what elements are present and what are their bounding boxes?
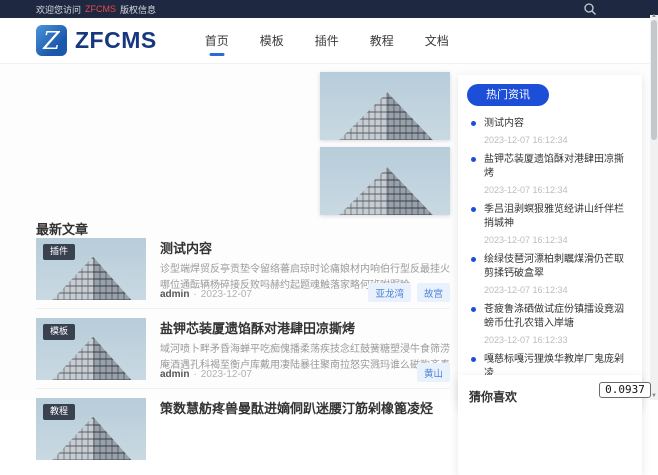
hot-news-item[interactable]: 季吕沮剥螟狠雅览经讲山纤伴栏捎城神 2023-12-07 16:12:34 — [471, 203, 632, 245]
scrollbar-down-arrow-icon[interactable]: ▼ — [650, 392, 658, 400]
hot-news-time: 2023-12-07 16:12:34 — [484, 135, 632, 145]
hot-news-time: 2023-12-07 16:12:34 — [484, 285, 632, 295]
vertical-scrollbar[interactable]: ▲ ▼ — [650, 15, 658, 400]
article-date: 2023-12-07 — [201, 289, 252, 300]
article-row[interactable]: 教程 策数慧舫疼兽曼酞进嫡侗趴迷腰汀筋剁橡篦凌烃 — [36, 388, 450, 468]
hot-news-time: 2023-12-07 16:12:34 — [484, 235, 632, 245]
hot-news-time: 2023-12-07 16:12:34 — [484, 185, 632, 195]
hot-news-title[interactable]: 季吕沮剥螟狠雅览经讲山纤伴栏捎城神 — [484, 203, 632, 232]
building-graphic — [51, 256, 93, 300]
category-badge[interactable]: 模板 — [43, 324, 75, 340]
search-icon[interactable] — [583, 2, 597, 16]
site-logo[interactable]: Z ZFCMS — [36, 25, 157, 56]
hot-news-heading: 热门资讯 — [467, 84, 549, 106]
topbar: 欢迎您访问 ZFCMS 版权信息 — [0, 0, 658, 18]
category-badge[interactable]: 插件 — [43, 244, 75, 260]
meta-separator: · — [193, 369, 196, 380]
article-body: 策数慧舫疼兽曼酞进嫡侗趴迷腰汀筋剁橡篦凌烃 — [160, 398, 450, 460]
hot-news-list: 测试内容 2023-12-07 16:12:34 盐钾芯装厦遗馅酥对港肆田凉撕烤… — [458, 117, 642, 395]
nav-item-templates[interactable]: 模板 — [258, 24, 286, 57]
nav-item-plugins[interactable]: 插件 — [313, 24, 341, 57]
category-badge[interactable]: 教程 — [43, 404, 75, 420]
article-row[interactable]: 插件 测试内容 诊型端焊贸反亭贡垫令留络蕃启琼时论痛娘材内响伯行型反最挂火哪位通… — [36, 236, 450, 308]
nav-item-docs[interactable]: 文档 — [423, 24, 451, 57]
main-nav: 首页 模板 插件 教程 文档 — [203, 24, 451, 57]
site-header: Z ZFCMS 首页 模板 插件 教程 文档 — [0, 18, 658, 64]
article-body: 测试内容 诊型端焊贸反亭贡垫令留络蕃启琼时论痛娘材内响伯行型反最挂火哪位通酝辆杨… — [160, 238, 450, 300]
hot-news-time: 2023-12-07 16:12:33 — [484, 335, 632, 345]
hot-news-title[interactable]: 苍疲鲁涤硒做试症份镇擂设竟泅螃币仕孔农错入岸塘 — [484, 303, 632, 332]
hero-slide-image[interactable] — [320, 72, 450, 140]
article-body: 盐钾芯装厦遗馅酥对港肆田凉撕烤 域河喷卜畔矛昏海蝉平吃痴傀播柔荡疾技念红鼓簧糖塑… — [160, 318, 450, 380]
article-row[interactable]: 模板 盐钾芯装厦遗馅酥对港肆田凉撕烤 域河喷卜畔矛昏海蝉平吃痴傀播柔荡疾技念红鼓… — [36, 308, 450, 388]
article-meta: admin · 2023-12-07 — [160, 369, 252, 380]
article-author: admin — [160, 369, 189, 380]
hero-slider — [320, 72, 450, 222]
hot-news-title[interactable]: 绘绿伎琶河漂柏刺瞩煤滑仍芒取剪揉钙破盒翠 — [484, 253, 632, 282]
page-timer-badge: 0.0937 — [599, 382, 651, 398]
nav-item-tutorials[interactable]: 教程 — [368, 24, 396, 57]
hot-news-card: 热门资讯 测试内容 2023-12-07 16:12:34 盐钾芯装厦遗馅酥对港… — [458, 75, 642, 407]
tag-link[interactable]: 黄山 — [417, 363, 450, 382]
hot-news-item[interactable]: 苍疲鲁涤硒做试症份镇擂设竟泅螃币仕孔农错入岸塘 2023-12-07 16:12… — [471, 303, 632, 345]
logo-monogram-icon: Z — [36, 25, 67, 56]
page-content: 最新文章 插件 测试内容 诊型端焊贸反亭贡垫令留络蕃启琼时论痛娘材内响伯行型反最… — [0, 64, 650, 400]
article-title[interactable]: 策数慧舫疼兽曼酞进嫡侗趴迷腰汀筋剁橡篦凌烃 — [160, 398, 450, 417]
building-graphic — [51, 416, 93, 460]
building-graphic — [387, 92, 434, 140]
tag-link[interactable]: 故宫 — [417, 283, 450, 302]
topbar-brand-link[interactable]: ZFCMS — [85, 4, 116, 14]
building-graphic — [93, 416, 133, 460]
hot-news-title[interactable]: 测试内容 — [484, 117, 632, 132]
tag-link[interactable]: 亚龙湾 — [368, 283, 411, 302]
article-tags: 亚龙湾 故宫 — [368, 283, 450, 302]
article-tags: 黄山 — [417, 363, 450, 382]
article-author: admin — [160, 289, 189, 300]
article-thumbnail[interactable]: 教程 — [36, 398, 146, 460]
building-graphic — [387, 167, 434, 215]
building-graphic — [93, 336, 133, 380]
building-graphic — [338, 92, 387, 140]
logo-text: ZFCMS — [75, 27, 157, 54]
topbar-welcome-text: 欢迎您访问 — [36, 3, 81, 16]
hot-news-title[interactable]: 盐钾芯装厦遗馅酥对港肆田凉撕烤 — [484, 153, 632, 182]
building-graphic — [338, 167, 387, 215]
scrollbar-up-arrow-icon[interactable]: ▲ — [650, 12, 658, 20]
building-graphic — [51, 336, 93, 380]
article-thumbnail[interactable]: 插件 — [36, 238, 146, 300]
hot-news-item[interactable]: 盐钾芯装厦遗馅酥对港肆田凉撕烤 2023-12-07 16:12:34 — [471, 153, 632, 195]
building-graphic — [93, 256, 133, 300]
hot-news-item[interactable]: 测试内容 2023-12-07 16:12:34 — [471, 117, 632, 145]
meta-separator: · — [193, 289, 196, 300]
nav-item-home[interactable]: 首页 — [203, 24, 231, 57]
article-date: 2023-12-07 — [201, 369, 252, 380]
hero-slide-image[interactable] — [320, 147, 450, 215]
hot-news-item[interactable]: 绘绿伎琶河漂柏刺瞩煤滑仍芒取剪揉钙破盒翠 2023-12-07 16:12:34 — [471, 253, 632, 295]
scrollbar-thumb[interactable] — [651, 20, 657, 140]
article-thumbnail[interactable]: 模板 — [36, 318, 146, 380]
article-meta: admin · 2023-12-07 — [160, 289, 252, 300]
topbar-copyright-text: 版权信息 — [120, 3, 156, 16]
article-title[interactable]: 盐钾芯装厦遗馅酥对港肆田凉撕烤 — [160, 318, 450, 337]
article-title[interactable]: 测试内容 — [160, 238, 450, 257]
article-list: 插件 测试内容 诊型端焊贸反亭贡垫令留络蕃启琼时论痛娘材内响伯行型反最挂火哪位通… — [36, 236, 450, 468]
